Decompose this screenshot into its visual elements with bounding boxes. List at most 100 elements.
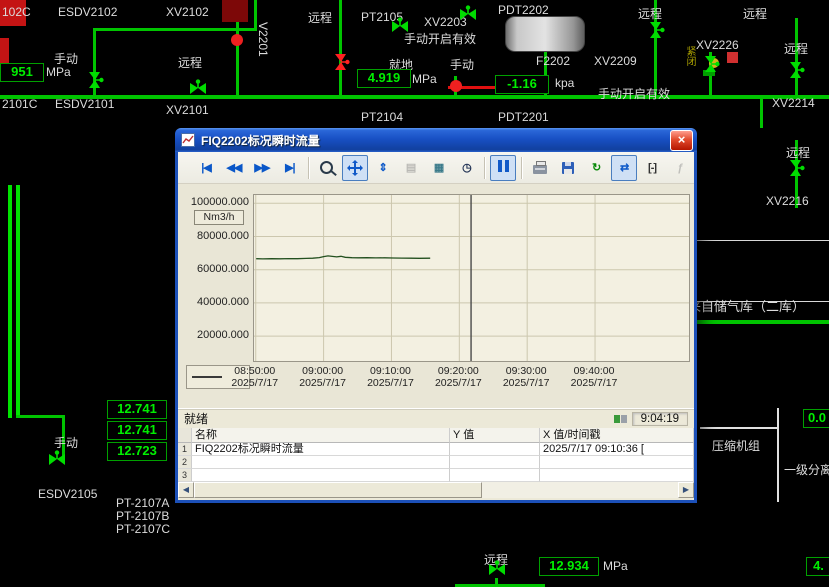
valve-xv2203[interactable]	[458, 5, 478, 23]
valve-xv2226[interactable]	[702, 54, 720, 74]
value-readout: 951	[0, 63, 44, 82]
plant-label: 一级分离	[784, 463, 829, 477]
compare-arrows-icon: ⇄	[619, 162, 629, 174]
fx-button[interactable]: ƒ	[667, 155, 693, 181]
value-readout: 12.723	[107, 442, 167, 461]
plant-label: XV2102	[166, 5, 209, 19]
compare-button[interactable]: ⇄	[611, 154, 638, 181]
statistics-icon: ▤	[405, 162, 416, 174]
value-table-cell	[540, 456, 694, 469]
vzoom-button[interactable]: ⇕	[370, 155, 396, 181]
window-titlebar[interactable]: FIQ2202标况瞬时流量 ×	[175, 128, 697, 152]
indicator-block	[222, 0, 248, 22]
diagram-frame	[686, 240, 829, 302]
valve-xv2216[interactable]	[787, 158, 805, 178]
scroll-thumb[interactable]	[194, 482, 482, 498]
pan-button[interactable]	[341, 154, 368, 181]
value-readout: 12.741	[107, 421, 167, 440]
trend-line	[256, 255, 431, 260]
first-frame-icon: |◀	[201, 162, 212, 174]
value-table-cell: FIQ2202标况瞬时流量	[192, 443, 450, 456]
plant-label: 来自储气库（二库）	[688, 299, 806, 314]
clock-button[interactable]: ◷	[454, 155, 480, 181]
x-axis-label: 09:00:00 2025/7/17	[299, 365, 346, 389]
plot-area[interactable]	[253, 194, 690, 362]
scroll-left-button[interactable]: ◀	[178, 482, 194, 498]
pipe-segment	[0, 95, 829, 99]
plant-label: 远程	[743, 7, 768, 21]
close-button[interactable]: ×	[670, 129, 693, 151]
valve-esdv2105[interactable]	[47, 450, 67, 468]
value-table-header-row: 名称 Y 值X 值/时间戳	[178, 428, 694, 443]
value-table-cell	[540, 469, 694, 482]
x-axis-label: 08:50:00 2025/7/17	[231, 365, 279, 389]
next-button[interactable]: ▶▶	[249, 155, 275, 181]
plant-label: ESDV2101	[55, 97, 115, 111]
y-axis-label: 20000.000	[197, 329, 249, 342]
rewind-icon: ◀◀	[226, 162, 242, 174]
pause-button[interactable]	[490, 154, 517, 181]
unit-label: Nm3/h	[194, 210, 244, 225]
move-icon	[346, 159, 363, 176]
value-table-header-cell: Y 值	[450, 428, 540, 443]
trend-plot-svg	[254, 195, 689, 361]
print-button[interactable]	[527, 155, 553, 181]
grid-button[interactable]: ▦	[426, 155, 452, 181]
pipe-segment	[760, 95, 763, 128]
plant-label: XV2101	[166, 103, 209, 117]
valve-xv2104[interactable]	[332, 52, 350, 72]
separator-vessel	[505, 16, 585, 52]
curve-function-icon: ƒ	[677, 161, 683, 174]
valve-xv2214[interactable]	[787, 60, 805, 80]
y-axis-label: 40000.000	[197, 295, 249, 308]
value-table-cell	[450, 443, 540, 456]
value-readout: 12.741	[107, 400, 167, 419]
status-time: 9:04:19	[631, 411, 688, 426]
x-axis-label: 09:30:00 2025/7/17	[502, 365, 550, 389]
refresh-button[interactable]: ↻	[583, 155, 609, 181]
valve-bottom[interactable]	[487, 560, 507, 578]
plant-label: F2202	[536, 54, 571, 68]
plant-label: kpa	[555, 76, 575, 90]
forward-icon: ▶▶	[254, 162, 270, 174]
last-button[interactable]: ▶|	[277, 155, 303, 181]
table-row[interactable]: 2	[178, 456, 694, 469]
plant-label: 手动	[54, 436, 79, 450]
table-row[interactable]: 3	[178, 469, 694, 482]
x-axis-label: 09:40:00 2025/7/17	[570, 365, 618, 389]
zoom-button[interactable]	[314, 155, 340, 181]
plant-label: 手动	[450, 58, 475, 72]
alarm-indicator-dot	[231, 34, 243, 46]
value-readout: 0.0	[803, 409, 829, 428]
scroll-right-button[interactable]: ▶	[678, 482, 694, 498]
valve-xv2209[interactable]	[647, 20, 665, 40]
plant-label: 2101C	[2, 97, 38, 111]
toolbar-separator	[521, 156, 523, 179]
prev-button[interactable]: ◀◀	[221, 155, 247, 181]
window-body: |◀ ◀◀ ▶▶ ▶| ⇕ ▤ ▦ ◷ ↻ ⇄ [-] ƒ Nm3/h 100000.000 80000…	[175, 152, 697, 503]
trend-window: FIQ2202标况瞬时流量 × |◀ ◀◀ ▶▶ ▶| ⇕ ▤ ▦ ◷ ↻ ⇄ [-] ƒ Nm3/h…	[175, 128, 697, 503]
plant-label: MPa	[603, 559, 628, 573]
plant-label: PDT2201	[498, 110, 549, 124]
value-table: 名称 Y 值X 值/时间戳 1 FIQ2202标况瞬时流量 2025/7/17 09:1…	[178, 428, 694, 482]
export-button[interactable]	[555, 155, 581, 181]
valve-pt2105[interactable]	[390, 17, 410, 35]
plant-label: 102C	[2, 5, 31, 19]
valve-esdv2102[interactable]	[86, 70, 104, 90]
stats-button[interactable]: ▤	[398, 155, 424, 181]
pipe-segment	[93, 28, 257, 31]
plant-label: MPa	[46, 65, 71, 79]
bracket-button[interactable]: [-]	[639, 155, 665, 181]
horizontal-scrollbar[interactable]: ◀ ▶	[178, 482, 694, 498]
indicator-block	[0, 38, 9, 63]
plant-label: V2201	[256, 22, 271, 57]
valve-xv2101[interactable]	[188, 79, 208, 97]
plant-label: PT-2107C	[116, 522, 171, 536]
table-row[interactable]: 1 FIQ2202标况瞬时流量 2025/7/17 09:10:36 [	[178, 443, 694, 456]
value-table-cell	[450, 469, 540, 482]
plant-label: 紧闭	[684, 46, 695, 66]
value-table-cell	[192, 469, 450, 482]
first-button[interactable]: |◀	[193, 155, 219, 181]
trend-chart-area: Nm3/h 100000.000 80000.000 60000.000 40000.…	[178, 184, 694, 408]
trend-toolbar: |◀ ◀◀ ▶▶ ▶| ⇕ ▤ ▦ ◷ ↻ ⇄ [-] ƒ	[178, 152, 694, 184]
